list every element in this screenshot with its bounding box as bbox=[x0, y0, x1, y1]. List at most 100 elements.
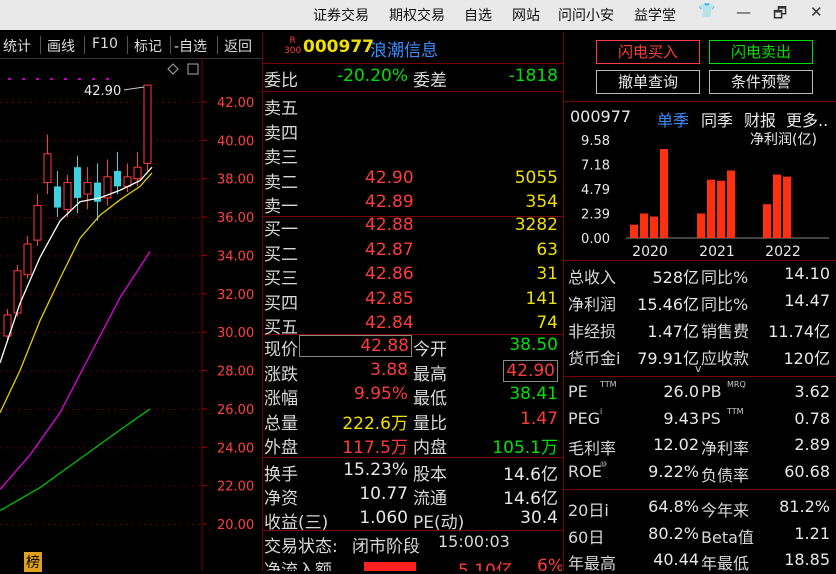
grid-dot bbox=[66, 524, 68, 525]
bid-price[interactable]: 42.88 bbox=[365, 215, 414, 235]
grid-dot bbox=[42, 217, 44, 219]
bid-price[interactable]: 42.84 bbox=[365, 313, 414, 333]
fundamentals-label: 总收入 bbox=[568, 268, 617, 287]
ask-volume: 354 bbox=[525, 192, 558, 213]
bid-price[interactable]: 42.86 bbox=[365, 264, 414, 284]
grid-dot bbox=[168, 293, 170, 295]
cancel-order-query-button[interactable]: 撤单查询 bbox=[596, 70, 700, 94]
fundamentals-label: 销售费 bbox=[701, 322, 750, 341]
grid-dot bbox=[78, 485, 80, 487]
menu-website[interactable]: 网站 bbox=[512, 5, 540, 25]
rank-badge[interactable]: 榜 bbox=[24, 552, 42, 572]
grid-dot bbox=[60, 255, 62, 257]
grid-dot bbox=[30, 370, 32, 372]
grid-dot bbox=[174, 370, 176, 372]
tab-same-quarter[interactable]: 同季 bbox=[701, 107, 733, 131]
grid-dot bbox=[6, 102, 8, 103]
grid-dot bbox=[144, 485, 146, 487]
grid-dot bbox=[84, 408, 86, 410]
bid-row-3[interactable]: 买三 42.86 31 bbox=[262, 264, 562, 289]
ask-price[interactable]: 42.90 bbox=[365, 168, 414, 188]
toolbar-statistics[interactable]: 统计 bbox=[3, 36, 31, 56]
stats-row-1: 换手 15.23% 股本 14.6亿 bbox=[262, 460, 562, 485]
ask-row-4[interactable]: 卖二 42.90 5055 bbox=[262, 168, 562, 193]
bid-row-4[interactable]: 买四 42.85 141 bbox=[262, 289, 562, 314]
grid-dot bbox=[132, 447, 134, 449]
restore-icon[interactable]: 🗗 bbox=[773, 3, 787, 28]
toolbar-mark[interactable]: 标记 bbox=[134, 36, 162, 56]
toolbar-back[interactable]: 返回 bbox=[224, 36, 252, 56]
grid-dot bbox=[12, 102, 14, 103]
tab-financial-report[interactable]: 财报 bbox=[744, 107, 776, 131]
ask-row-3[interactable]: 卖三 bbox=[262, 143, 562, 168]
candlestick-chart[interactable]: 42.00 40.00 38.00 36.00 34.00 32.00 30.00 28.00… bbox=[0, 58, 262, 571]
tab-single-quarter[interactable]: 单季 bbox=[657, 107, 689, 131]
grid-dot bbox=[48, 370, 50, 372]
flash-sell-button[interactable]: 闪电卖出 bbox=[709, 40, 813, 64]
menu-watchlist[interactable]: 自选 bbox=[464, 5, 492, 25]
menu-securities-trading[interactable]: 证券交易 bbox=[313, 5, 369, 25]
chart-diamond-icon[interactable] bbox=[167, 63, 179, 75]
stats-value: 10.77 bbox=[359, 484, 408, 505]
price-tick-label: 26.00 bbox=[217, 403, 254, 418]
price-tick-label: 24.00 bbox=[217, 441, 254, 456]
ask-row-1[interactable]: 卖五 bbox=[262, 94, 562, 119]
menu-options-trading[interactable]: 期权交易 bbox=[389, 5, 445, 25]
quote-row-2: 涨跌 3.88 最高 42.90 bbox=[262, 359, 562, 385]
menu-yixuetang[interactable]: 益学堂 bbox=[634, 5, 676, 25]
quote-label: 外盘 bbox=[264, 438, 298, 459]
ask-price[interactable]: 42.89 bbox=[365, 192, 414, 212]
toolbar-f10[interactable]: F10 bbox=[92, 36, 118, 52]
grid-dot bbox=[66, 293, 68, 295]
fundamentals-value: 14.47 bbox=[784, 291, 830, 310]
grid-dot bbox=[156, 293, 158, 295]
flash-buy-button[interactable]: 闪电买入 bbox=[596, 40, 700, 64]
grid-dot bbox=[174, 255, 176, 257]
grid-dot bbox=[42, 140, 44, 142]
grid-dot bbox=[66, 408, 68, 410]
grid-dot bbox=[132, 408, 134, 410]
grid-dot bbox=[186, 332, 188, 334]
bid-price[interactable]: 42.87 bbox=[365, 240, 414, 260]
performance-label: 年最高 bbox=[568, 554, 617, 573]
grid-dot bbox=[102, 102, 104, 103]
performance-value: 40.44 bbox=[653, 550, 699, 569]
grid-dot bbox=[120, 370, 122, 372]
grid-dot bbox=[150, 524, 152, 525]
net-inflow-row: 净流入额 5.10亿 6% bbox=[262, 556, 562, 571]
grid-dot bbox=[138, 217, 140, 219]
grid-dot bbox=[168, 485, 170, 487]
chart-expand-icon[interactable] bbox=[187, 63, 199, 75]
grid-dot bbox=[162, 178, 164, 180]
bid-price[interactable]: 42.85 bbox=[365, 289, 414, 309]
tab-more[interactable]: 更多.. bbox=[786, 107, 828, 131]
grid-dot bbox=[90, 447, 92, 449]
bid-row-5[interactable]: 买五 42.84 74 bbox=[262, 313, 562, 338]
y-tick-label: 7.18 bbox=[581, 159, 610, 174]
skin-shirt-icon[interactable]: 👕 bbox=[698, 3, 715, 19]
valuation-value: 9.22% bbox=[648, 461, 699, 481]
net-inflow-value: 5.10亿 bbox=[458, 561, 513, 571]
price-tick-label: 28.00 bbox=[217, 365, 254, 380]
fin-stock-code: 000977 bbox=[570, 107, 632, 126]
ask-row-5[interactable]: 卖一 42.89 354 bbox=[262, 192, 562, 217]
grid-dot bbox=[198, 332, 200, 334]
condition-alert-button[interactable]: 条件预警 bbox=[709, 70, 813, 94]
quote-label: 量比 bbox=[413, 413, 447, 434]
minimize-icon[interactable]: — bbox=[736, 3, 751, 21]
grid-dot bbox=[78, 524, 80, 525]
menu-ask-xiaoan[interactable]: 问问小安 bbox=[558, 5, 614, 25]
grid-dot bbox=[168, 524, 170, 525]
close-icon[interactable]: ✕ bbox=[810, 3, 823, 21]
toolbar-add-watchlist[interactable]: -自选 bbox=[174, 36, 207, 56]
toolbar-draw-line[interactable]: 画线 bbox=[47, 36, 75, 56]
grid-dot bbox=[12, 178, 14, 180]
grid-dot bbox=[132, 102, 134, 103]
bid-row-1[interactable]: 买一 42.88 3282 bbox=[262, 215, 562, 240]
grid-dot bbox=[186, 140, 188, 142]
grid-dot bbox=[198, 408, 200, 410]
bid-row-2[interactable]: 买二 42.87 63 bbox=[262, 240, 562, 265]
ask-row-2[interactable]: 卖四 bbox=[262, 119, 562, 144]
grid-dot bbox=[114, 140, 116, 142]
grid-dot bbox=[78, 140, 80, 142]
